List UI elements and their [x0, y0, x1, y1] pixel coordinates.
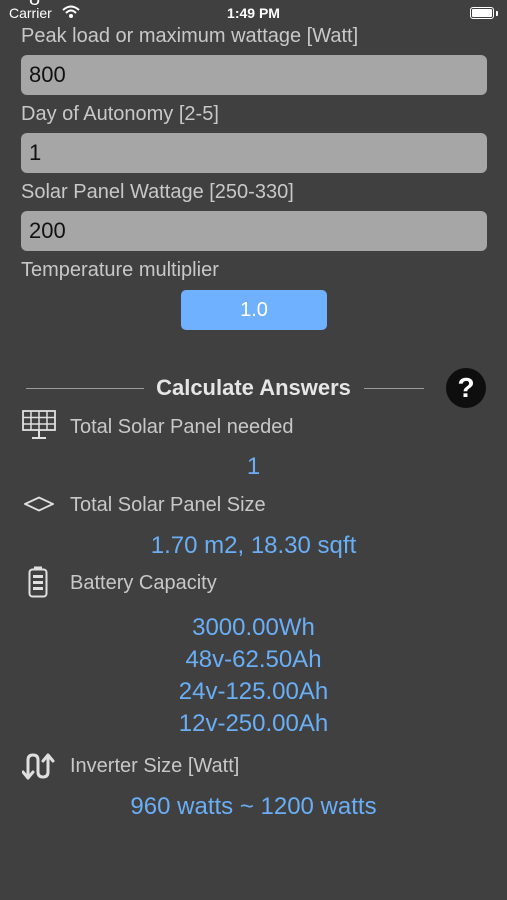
temperature-multiplier-button[interactable]: 1.0 [181, 290, 327, 330]
panel-wattage-input[interactable] [21, 211, 487, 251]
panel-wattage-label: Solar Panel Wattage [250-330] [21, 181, 294, 203]
clock: 1:49 PM [227, 5, 280, 21]
autonomy-input[interactable] [21, 133, 487, 173]
panels-needed-value: 1 [246, 453, 261, 480]
inverter-icon [21, 752, 56, 785]
battery-value-12v: 12v-250.00Ah [178, 710, 329, 737]
peak-load-label: Peak load or maximum wattage [Watt] [21, 25, 359, 47]
battery-label: Battery Capacity [70, 572, 217, 594]
solar-panel-icon [22, 410, 56, 445]
temperature-label: Temperature multiplier [21, 259, 219, 281]
panel-size-label: Total Solar Panel Size [70, 494, 266, 516]
peak-load-input[interactable] [21, 55, 487, 95]
status-bar: 8 Carrier 1:49 PM [0, 0, 507, 26]
inverter-value: 960 watts ~ 1200 watts [130, 793, 377, 820]
section-title: Calculate Answers [156, 375, 351, 400]
inverter-label: Inverter Size [Watt] [70, 755, 240, 777]
battery-icon [28, 566, 48, 603]
battery-value-24v: 24v-125.00Ah [178, 678, 329, 705]
help-button[interactable]: ? [446, 368, 486, 408]
panel-size-value: 1.70 m2, 18.30 sqft [150, 532, 357, 559]
diamond-outline-icon [22, 496, 56, 517]
battery-tip [496, 11, 498, 16]
question-icon: ? [457, 372, 475, 403]
battery-value-48v: 48v-62.50Ah [185, 646, 322, 673]
battery-status-icon [470, 7, 494, 19]
autonomy-label: Day of Autonomy [2-5] [21, 103, 219, 125]
panels-needed-label: Total Solar Panel needed [70, 416, 294, 438]
battery-value-wh: 3000.00Wh [192, 614, 315, 641]
